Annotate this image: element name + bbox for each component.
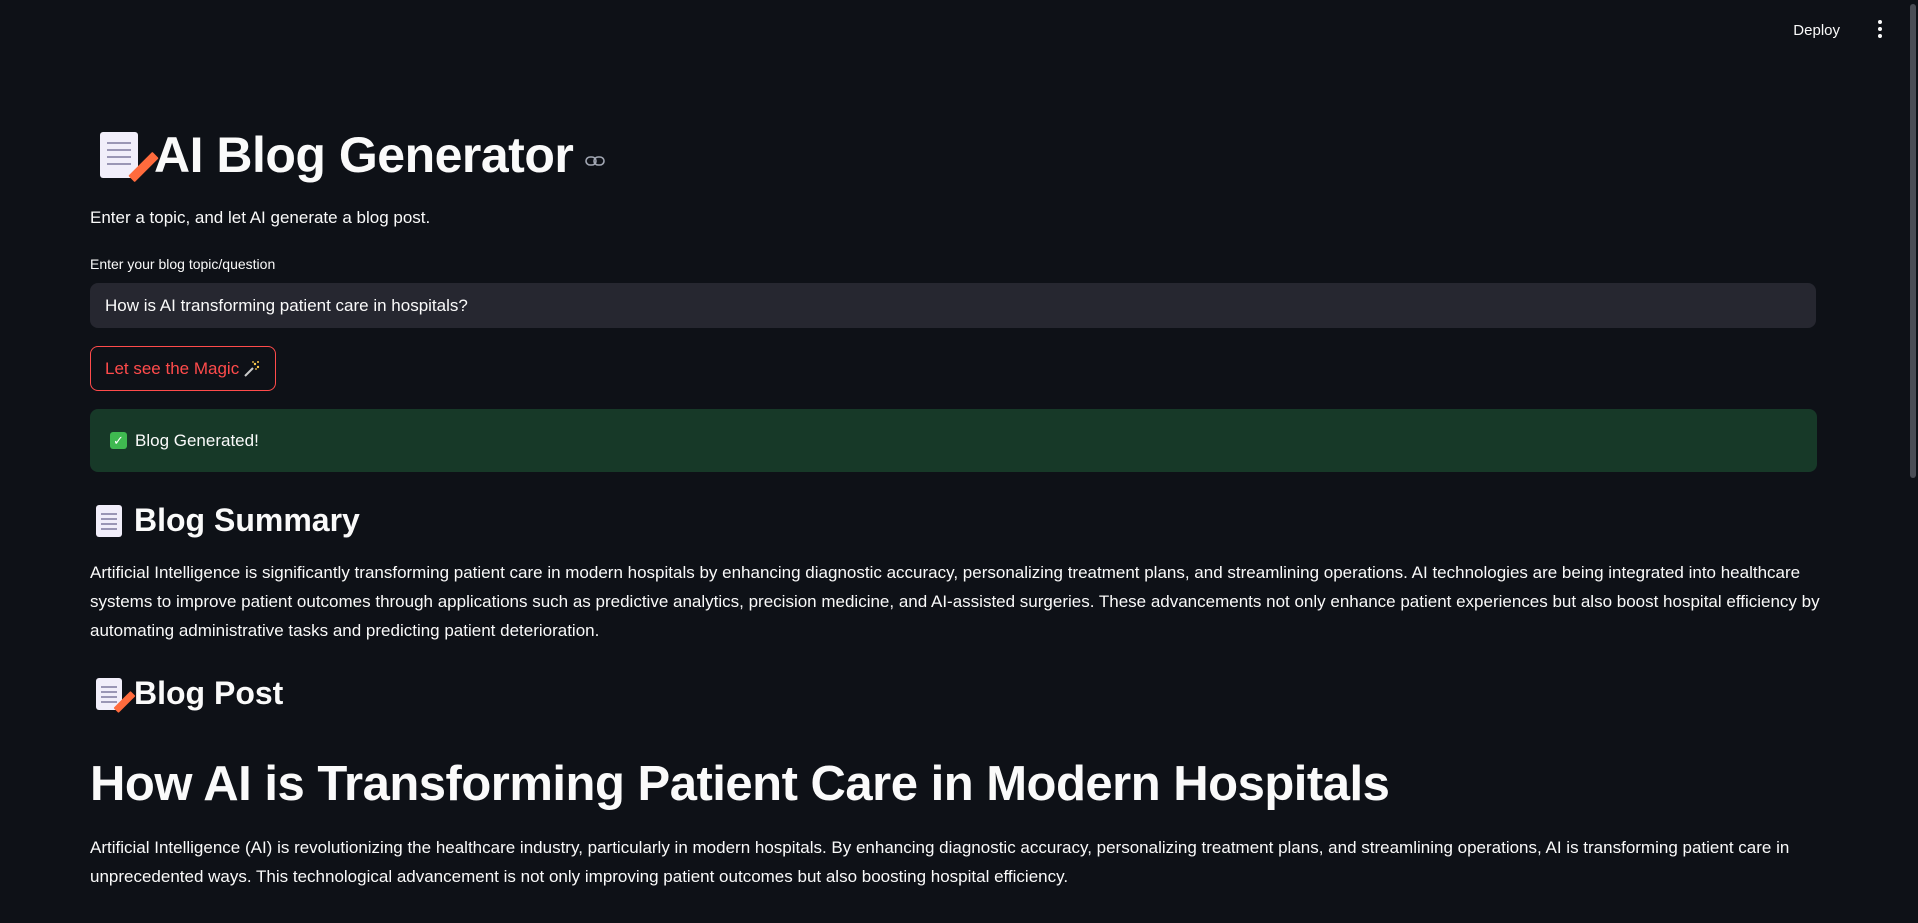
post-heading-text: Blog Post xyxy=(134,675,284,711)
post-heading: Blog Post xyxy=(96,675,284,713)
check-mark-icon: ✓ xyxy=(110,432,127,449)
topic-input[interactable] xyxy=(90,283,1816,328)
memo-emoji-icon xyxy=(96,677,136,713)
generate-button-label: Let see the Magic xyxy=(105,358,240,378)
summary-heading: Blog Summary xyxy=(96,502,360,539)
summary-text: Artificial Intelligence is significantly… xyxy=(90,563,1820,640)
link-icon[interactable] xyxy=(585,155,606,167)
scrollbar[interactable] xyxy=(1909,0,1918,923)
scrollbar-thumb[interactable] xyxy=(1910,4,1916,478)
page-title: AI Blog Generator xyxy=(154,127,574,183)
kebab-menu-icon[interactable] xyxy=(1870,16,1890,42)
deploy-button[interactable]: Deploy xyxy=(1785,18,1848,43)
page-emoji-icon xyxy=(96,504,122,537)
success-message: Blog Generated! xyxy=(135,430,259,450)
generate-button[interactable]: Let see the Magic xyxy=(90,346,277,391)
memo-emoji-icon xyxy=(100,132,159,183)
top-header: Deploy xyxy=(0,0,1918,60)
page-subtitle: Enter a topic, and let AI generate a blo… xyxy=(90,208,431,227)
success-alert: ✓ Blog Generated! xyxy=(90,409,1817,472)
page-header: AI Blog Generator xyxy=(100,126,606,184)
blog-post-intro: Artificial Intelligence (AI) is revoluti… xyxy=(90,838,1790,886)
summary-heading-text: Blog Summary xyxy=(134,502,360,538)
topic-field-label: Enter your blog topic/question xyxy=(90,256,276,272)
blog-post-title: How AI is Transforming Patient Care in M… xyxy=(90,757,1390,811)
sparkles-icon xyxy=(244,360,260,377)
